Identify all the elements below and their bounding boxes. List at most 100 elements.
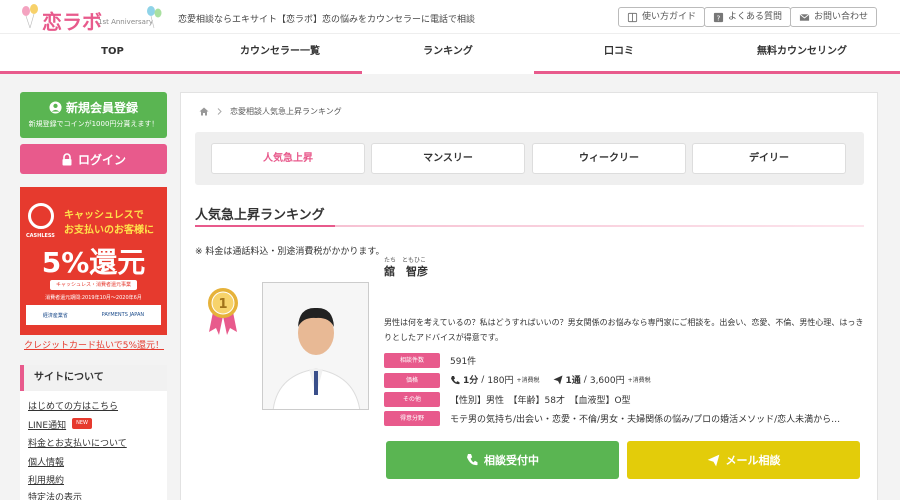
- section-divider-accent: [195, 225, 335, 227]
- phone-icon: [451, 375, 460, 384]
- ranking-panel: 恋愛相談人気急上昇ランキング 人気急上昇 マンスリー ウィークリー デイリー 人…: [180, 92, 878, 500]
- mail-consult-label: メール相談: [725, 454, 781, 467]
- slash-1: /: [481, 374, 485, 385]
- nav-counselors-label: カウンセラー一覧: [240, 46, 320, 57]
- nav-counselors-bar: [190, 71, 370, 74]
- home-icon[interactable]: [199, 107, 209, 116]
- credit-card-link[interactable]: クレジットカード払いで5%還元！: [24, 338, 164, 351]
- banner-big: 5%還元: [41, 246, 146, 279]
- label-other: その他: [384, 392, 440, 407]
- tab-weekly[interactable]: ウィークリー: [532, 143, 686, 174]
- counselor-name[interactable]: 舘 智彦: [384, 263, 428, 279]
- site-tagline: 恋愛相談ならエキサイト【恋ラボ】恋の悩みをカウンセラーに電話で相談: [178, 15, 476, 25]
- rank-medal-icon: 1: [208, 288, 238, 335]
- link-terms[interactable]: 利用規約: [28, 473, 64, 486]
- specialty-value: モテ男の気持ち/出会い・恋愛・不倫/男女・夫婦関係の悩み/プロの婚活メソッド/恋…: [450, 412, 840, 425]
- breadcrumb: 恋愛相談人気急上昇ランキング: [199, 106, 342, 117]
- tab-monthly[interactable]: マンスリー: [371, 143, 525, 174]
- guide-button[interactable]: 使い方ガイド: [618, 7, 706, 27]
- site-logo[interactable]: 恋ラボ 1st Anniversary: [20, 4, 165, 34]
- contact-button[interactable]: お問い合わせ: [790, 7, 878, 27]
- paper-plane-icon: [553, 375, 563, 384]
- phone-ring-icon: [467, 454, 478, 466]
- banner-period: 消費者還元期間:2019年10月〜2020年6月: [45, 295, 142, 301]
- phone-price: 180円: [487, 376, 514, 386]
- ranking-tabs: 人気急上昇 マンスリー ウィークリー デイリー: [195, 132, 864, 185]
- nav-counselors[interactable]: カウンセラー一覧: [190, 34, 370, 74]
- guide-label: 使い方ガイド: [642, 12, 697, 22]
- logo-text: 恋ラボ: [42, 10, 102, 34]
- price-value: 1分 / 180円 +消費税 1通 / 3,600円 +消費税: [450, 373, 651, 386]
- breadcrumb-current: 恋愛相談人気急上昇ランキング: [230, 107, 342, 116]
- login-label: ログイン: [77, 152, 126, 167]
- consult-count-value: 591件: [450, 354, 476, 367]
- counselor-description: 男性は何を考えているの？私はどうすればいいの？男女関係のお悩みなら専門家にご相談…: [384, 318, 864, 342]
- link-legal[interactable]: 特定法の表示: [28, 490, 82, 500]
- nav-reviews-label: 口コミ: [604, 46, 634, 57]
- payments-japan-logo: PAYMENTS JAPAN: [101, 312, 145, 318]
- banner-line1: キャッシュレスで: [64, 210, 144, 221]
- mail-icon: [799, 13, 810, 21]
- banner-pill: キャッシュレス・消費者還元事業: [50, 280, 137, 290]
- mail-tax: +消費税: [627, 377, 651, 384]
- book-icon: [627, 12, 638, 22]
- link-pricing[interactable]: 料金とお支払いについて: [28, 436, 127, 449]
- nav-ranking-label: ランキング: [423, 46, 473, 57]
- section-divider: [195, 225, 864, 227]
- mail-price: 3,600円: [589, 376, 625, 386]
- meti-logo: 経済産業省: [42, 312, 68, 319]
- balloons-right-icon: [147, 6, 162, 29]
- rank-number: 1: [218, 297, 227, 312]
- chevron-right-icon: [217, 108, 222, 115]
- main-nav: TOP カウンセラー一覧 ランキング 口コミ 無料カウンセリング: [0, 33, 900, 74]
- lock-icon: [62, 152, 72, 165]
- phone-unit: 1分: [463, 376, 479, 386]
- counselor-avatar: [263, 283, 368, 409]
- site-header: 恋ラボ 1st Anniversary 恋愛相談ならエキサイト【恋ラボ】恋の悩み…: [0, 0, 900, 34]
- price-note: ※ 料金は通話料込・別途消費税がかかります。: [195, 247, 385, 257]
- nav-ranking-bar: [362, 71, 534, 74]
- tab-trending[interactable]: 人気急上昇: [211, 143, 365, 174]
- label-consult-count: 相談件数: [384, 353, 440, 368]
- faq-label: よくある質問: [728, 12, 783, 22]
- other-value: 【性別】男性 【年齢】58才 【血液型】O型: [450, 393, 631, 406]
- nav-free-counseling[interactable]: 無料カウンセリング: [704, 34, 900, 74]
- svg-text:?: ?: [717, 13, 721, 22]
- question-icon: ?: [713, 12, 724, 22]
- register-label: 新規会員登録: [65, 101, 138, 115]
- register-button[interactable]: 新規会員登録 新規登録でコインが1000円分貰えます！: [20, 92, 167, 138]
- cashless-word: CASHLESS: [26, 233, 55, 239]
- faq-button[interactable]: ? よくある質問: [704, 7, 792, 27]
- mail-consult-button[interactable]: メール相談: [627, 441, 860, 479]
- slash-2: /: [583, 374, 587, 385]
- tab-daily[interactable]: デイリー: [692, 143, 846, 174]
- send-icon: [707, 454, 719, 466]
- register-title: 新規会員登録: [20, 99, 167, 116]
- contact-label: お問い合わせ: [814, 12, 869, 22]
- balloons-icon: [22, 4, 38, 29]
- nav-reviews[interactable]: 口コミ: [534, 34, 704, 74]
- specialty-text: モテ男の気持ち/出会い・恋愛・不倫/男女・夫婦関係の悩み/プロの婚活メソッド/恋…: [450, 415, 841, 425]
- nav-free-bar: [704, 71, 900, 74]
- nav-reviews-bar: [534, 71, 704, 74]
- register-sub: 新規登録でコインが1000円分貰えます！: [28, 120, 159, 128]
- link-line-notify[interactable]: LINE通知: [28, 418, 66, 431]
- consult-count: 591件: [450, 357, 477, 367]
- cashless-logo-icon: [28, 203, 54, 229]
- section-title: 人気急上昇ランキング: [195, 208, 325, 223]
- login-button[interactable]: ログイン: [20, 144, 167, 174]
- nav-top-label: TOP: [101, 46, 124, 57]
- site-info-title: サイトについて: [20, 365, 167, 391]
- consult-button[interactable]: 相談受付中: [386, 441, 619, 479]
- counselor-photo[interactable]: [262, 282, 369, 410]
- link-privacy[interactable]: 個人情報: [28, 455, 64, 468]
- link-beginners[interactable]: はじめての方はこちら: [28, 399, 118, 412]
- nav-free-label: 無料カウンセリング: [757, 46, 847, 57]
- cashless-banner[interactable]: CASHLESS キャッシュレスで お支払いのお客様に 5%還元 キャッシュレス…: [20, 187, 167, 335]
- user-icon: [49, 101, 62, 114]
- nav-ranking[interactable]: ランキング: [362, 34, 534, 74]
- site-info-box: サイトについて はじめての方はこちら LINE通知 料金とお支払いについて 個人…: [20, 365, 167, 500]
- banner-logos: 経済産業省 PAYMENTS JAPAN: [26, 305, 161, 325]
- label-specialty: 得意分野: [384, 411, 440, 426]
- new-badge: NEW: [72, 418, 92, 429]
